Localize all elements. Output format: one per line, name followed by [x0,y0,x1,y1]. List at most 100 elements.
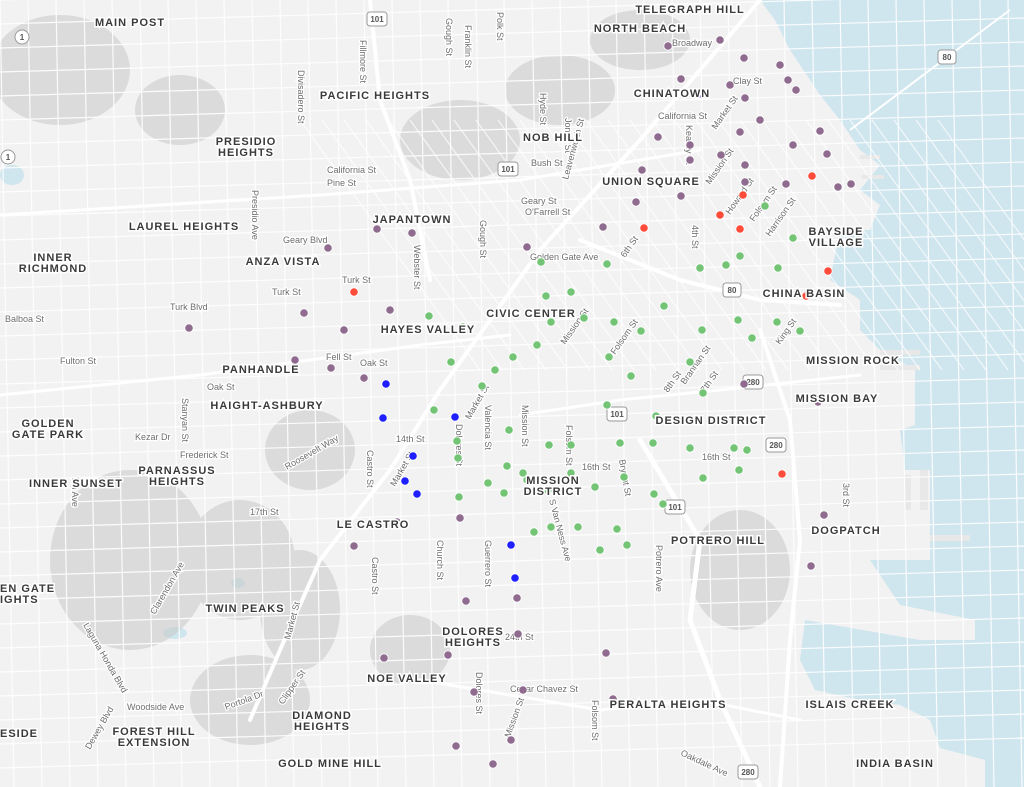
purple-point[interactable] [513,629,523,639]
green-point[interactable] [590,482,600,492]
red-point[interactable] [777,469,787,479]
purple-point[interactable] [461,596,471,606]
purple-point[interactable] [323,243,333,253]
purple-point[interactable] [819,510,829,520]
green-point[interactable] [772,317,782,327]
green-point[interactable] [566,287,576,297]
purple-point[interactable] [455,513,465,523]
red-point[interactable] [639,223,649,233]
green-point[interactable] [609,317,619,327]
green-point[interactable] [649,489,659,499]
purple-point[interactable] [522,242,532,252]
green-point[interactable] [729,443,739,453]
blue-point[interactable] [381,379,391,389]
purple-point[interactable] [631,197,641,207]
purple-point[interactable] [676,74,686,84]
purple-point[interactable] [815,126,825,136]
green-point[interactable] [685,443,695,453]
green-point[interactable] [502,461,512,471]
purple-point[interactable] [725,80,735,90]
purple-point[interactable] [488,759,498,769]
green-point[interactable] [721,260,731,270]
green-point[interactable] [773,263,783,273]
green-point[interactable] [573,522,583,532]
green-point[interactable] [446,357,456,367]
green-point[interactable] [529,527,539,537]
green-point[interactable] [636,326,646,336]
map-view[interactable]: 101 101 101 101 101 80 80 280 280 280 1 … [0,0,1024,787]
green-point[interactable] [566,440,576,450]
purple-point[interactable] [783,75,793,85]
purple-point[interactable] [791,85,801,95]
green-point[interactable] [490,365,500,375]
green-point[interactable] [659,301,669,311]
purple-point[interactable] [299,308,309,318]
green-point[interactable] [602,259,612,269]
purple-point[interactable] [359,373,369,383]
green-point[interactable] [622,540,632,550]
green-point[interactable] [536,257,546,267]
purple-point[interactable] [739,53,749,63]
purple-point[interactable] [349,541,359,551]
red-point[interactable] [715,210,725,220]
purple-point[interactable] [685,155,695,165]
green-point[interactable] [546,522,556,532]
purple-point[interactable] [740,93,750,103]
blue-point[interactable] [450,412,460,422]
green-point[interactable] [698,473,708,483]
purple-point[interactable] [822,149,832,159]
purple-point[interactable] [598,222,608,232]
green-point[interactable] [508,352,518,362]
purple-point[interactable] [781,179,791,189]
blue-point[interactable] [506,540,516,550]
purple-point[interactable] [443,650,453,660]
green-point[interactable] [612,524,622,534]
blue-point[interactable] [510,573,520,583]
green-point[interactable] [698,388,708,398]
purple-point[interactable] [716,150,726,160]
green-point[interactable] [544,440,554,450]
green-point[interactable] [788,233,798,243]
green-point[interactable] [685,357,695,367]
purple-point[interactable] [775,60,785,70]
purple-point[interactable] [685,140,695,150]
green-point[interactable] [429,405,439,415]
green-point[interactable] [424,311,434,321]
green-point[interactable] [477,381,487,391]
red-point[interactable] [807,171,817,181]
purple-point[interactable] [326,363,336,373]
green-point[interactable] [658,499,668,509]
green-point[interactable] [541,291,551,301]
purple-point[interactable] [833,182,843,192]
map-canvas[interactable]: 101 101 101 101 101 80 80 280 280 280 1 … [0,0,1024,787]
blue-point[interactable] [412,489,422,499]
green-point[interactable] [747,333,757,343]
green-point[interactable] [615,438,625,448]
purple-point[interactable] [788,140,798,150]
green-point[interactable] [499,488,509,498]
purple-point[interactable] [735,127,745,137]
purple-point[interactable] [601,648,611,658]
purple-point[interactable] [715,35,725,45]
purple-point[interactable] [512,593,522,603]
purple-point[interactable] [740,177,750,187]
green-point[interactable] [454,492,464,502]
green-point[interactable] [619,472,629,482]
blue-point[interactable] [400,476,410,486]
purple-point[interactable] [469,687,479,697]
purple-point[interactable] [518,685,528,695]
green-point[interactable] [604,352,614,362]
purple-point[interactable] [676,191,686,201]
green-point[interactable] [742,445,752,455]
green-point[interactable] [452,436,462,446]
green-point[interactable] [697,325,707,335]
green-point[interactable] [648,438,658,448]
green-point[interactable] [595,545,605,555]
green-point[interactable] [532,340,542,350]
purple-point[interactable] [739,379,749,389]
green-point[interactable] [626,371,636,381]
purple-point[interactable] [806,561,816,571]
purple-point[interactable] [637,165,647,175]
purple-point[interactable] [379,653,389,663]
red-point[interactable] [738,190,748,200]
